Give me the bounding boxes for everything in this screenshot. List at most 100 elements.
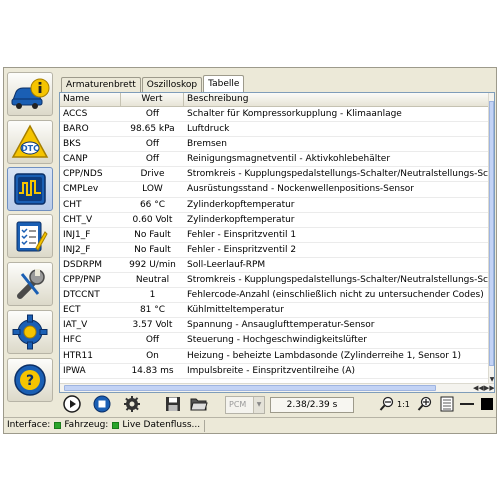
sidebar-checklist[interactable] xyxy=(7,214,53,258)
time-display: 2.38/2.39 s xyxy=(270,397,354,413)
cell-description: Zylinderkopftemperatur xyxy=(187,199,295,210)
stop-icon xyxy=(93,395,111,416)
sidebar-help[interactable]: ? xyxy=(7,358,53,402)
cell-value: 1 xyxy=(149,290,156,301)
table-row[interactable]: INJ2_F No Fault Fehler - Einspritzventil 2 xyxy=(60,243,490,258)
table-row[interactable]: INJ1_F No Fault Fehler - Einspritzventil 1 xyxy=(60,228,490,243)
cell-name: CHT_V xyxy=(63,214,93,225)
cell-description: Fehlercode-Anzahl (einschließlich nicht … xyxy=(187,290,484,301)
table-row[interactable]: BKS Off Bremsen xyxy=(60,137,490,153)
column-header-name[interactable]: Name xyxy=(60,93,121,107)
zoom-in-icon xyxy=(417,396,433,415)
cell-description: Kühlmitteltemperatur xyxy=(187,305,284,316)
table-row[interactable]: DSDRPM 992 U/min Soll-Leerlauf-RPM xyxy=(60,258,490,274)
cell-description: Fehler - Einspritzventil 2 xyxy=(187,244,297,255)
cell-value: Off xyxy=(145,335,160,346)
oscilloscope-icon xyxy=(12,171,48,207)
cell-description: Schalter für Kompressorkupplung - Klimaa… xyxy=(187,109,402,119)
layout-single-icon xyxy=(440,396,454,415)
data-table: Name Wert Beschreibung ACCS Off Schalter f… xyxy=(59,92,495,393)
save-button[interactable] xyxy=(163,395,183,415)
cell-name: INJ1_F xyxy=(63,229,91,240)
module-select[interactable]: PCM ▼ xyxy=(225,396,265,414)
sidebar-vehicle-info[interactable] xyxy=(7,72,53,116)
zoom-out-button[interactable] xyxy=(377,395,397,415)
cell-value: On xyxy=(146,350,159,361)
table-row[interactable]: CHT 66 °C Zylinderkopftemperatur xyxy=(60,198,490,213)
table-row[interactable]: CPP/PNP Neutral Stromkreis - Kupplungspeda… xyxy=(60,273,490,289)
cell-name: HFC xyxy=(63,335,82,346)
status-interface-label: Interface: xyxy=(7,420,51,430)
help-icon: ? xyxy=(12,362,48,398)
cell-name: HTR11 xyxy=(63,350,93,361)
module-select-value: PCM xyxy=(229,400,247,409)
status-vehicle-label: Fahrzeug: xyxy=(64,420,109,430)
layout-split-button[interactable] xyxy=(457,395,477,415)
cell-value: Neutral xyxy=(135,275,170,286)
cell-value: Off xyxy=(145,109,160,119)
stop-button[interactable] xyxy=(92,395,112,415)
table-row[interactable]: CMPLev LOW Ausrüstungsstand - Nockenwellen… xyxy=(60,182,490,198)
cell-name: CHT xyxy=(63,199,82,210)
table-row[interactable]: CANP Off Reinigungsmagnetventil - Aktivkoh… xyxy=(60,152,490,168)
vertical-scrollbar[interactable]: ▼ xyxy=(488,93,494,384)
play-button[interactable] xyxy=(62,394,82,415)
tab-dashboard[interactable]: Armaturenbrett xyxy=(61,77,141,92)
cell-value: 66 °C xyxy=(139,199,166,210)
status-interface: Interface: xyxy=(7,418,64,433)
svg-text:?: ? xyxy=(26,373,34,389)
table-row[interactable]: HTR11 On Heizung - beheizte Lambdasonde (Z… xyxy=(60,349,490,364)
scroll-left-icon[interactable]: ◀◀ xyxy=(473,384,484,392)
table-row[interactable]: ACCS Off Schalter für Kompressorkupplung -… xyxy=(60,107,490,123)
cell-description: Reinigungsmagnetventil - Aktivkohlebehäl… xyxy=(187,154,391,165)
horizontal-scroll-thumb[interactable] xyxy=(64,385,436,391)
cell-name: ACCS xyxy=(63,109,88,119)
scroll-right-icon[interactable]: ▶▶ xyxy=(484,384,494,392)
horizontal-scrollbar[interactable]: ◀◀ ▶▶ xyxy=(60,383,494,392)
cell-name: ECT xyxy=(63,305,81,316)
cell-name: DSDRPM xyxy=(63,259,103,270)
cell-value: Off xyxy=(145,154,160,165)
vertical-scroll-thumb[interactable] xyxy=(489,101,494,366)
sidebar: DTC ? xyxy=(6,70,56,414)
save-icon xyxy=(165,396,181,415)
cell-value: 81 °C xyxy=(139,305,166,316)
tab-table[interactable]: Tabelle xyxy=(203,75,245,92)
zoom-out-icon xyxy=(379,396,395,415)
status-vehicle: Fahrzeug: Live Datenfluss... xyxy=(64,418,200,433)
layout-single-button[interactable] xyxy=(437,395,457,415)
checklist-icon xyxy=(12,218,48,254)
status-datastream-label: Live Datenfluss... xyxy=(122,420,201,430)
column-header-value[interactable]: Wert xyxy=(121,93,184,107)
table-row[interactable]: BARO 98.65 kPa Luftdruck xyxy=(60,122,490,138)
status-divider xyxy=(204,419,206,432)
table-row[interactable]: IAT_V 3.57 Volt Spannung - Ansauglufttempe… xyxy=(60,318,490,334)
color-button[interactable] xyxy=(477,395,497,415)
zoom-ratio[interactable]: 1:1 xyxy=(397,397,410,413)
sidebar-dtc[interactable]: DTC xyxy=(7,120,53,164)
cell-name: CANP xyxy=(63,154,88,165)
zoom-in-button[interactable] xyxy=(415,395,435,415)
settings-button[interactable] xyxy=(122,395,142,415)
table-row[interactable]: ECT 81 °C Kühlmitteltemperatur xyxy=(60,303,490,319)
cell-value: 98.65 kPa xyxy=(130,124,175,135)
sidebar-settings[interactable] xyxy=(7,310,53,354)
column-header-description[interactable]: Beschreibung xyxy=(184,93,490,107)
cell-value: No Fault xyxy=(134,229,171,240)
cell-value: LOW xyxy=(142,184,163,195)
cell-description: Fehler - Einspritzventil 1 xyxy=(187,229,297,240)
cell-name: DTCCNT xyxy=(63,290,100,301)
table-row[interactable]: IPWA 14.83 ms Impulsbreite - Einspritzvent… xyxy=(60,364,490,379)
table-row[interactable]: DTCCNT 1 Fehlercode-Anzahl (einschließlich… xyxy=(60,288,490,304)
tab-oscilloscope[interactable]: Oszilloskop xyxy=(141,77,203,92)
table-row[interactable]: HFC Off Steuerung - Hochgeschwindigkeitslü… xyxy=(60,333,490,349)
open-folder-icon xyxy=(190,396,208,415)
table-row[interactable]: CHT_V 0.60 Volt Zylinderkopftemperatur xyxy=(60,213,490,228)
cell-value: Drive xyxy=(140,169,165,180)
sidebar-oscilloscope[interactable] xyxy=(7,167,53,211)
cell-value: 992 U/min xyxy=(129,259,176,270)
layout-split-icon xyxy=(459,396,475,415)
table-row[interactable]: CPP/NDS Drive Stromkreis - Kupplungspedals… xyxy=(60,167,490,183)
open-button[interactable] xyxy=(189,395,209,415)
sidebar-tools[interactable] xyxy=(7,262,53,306)
